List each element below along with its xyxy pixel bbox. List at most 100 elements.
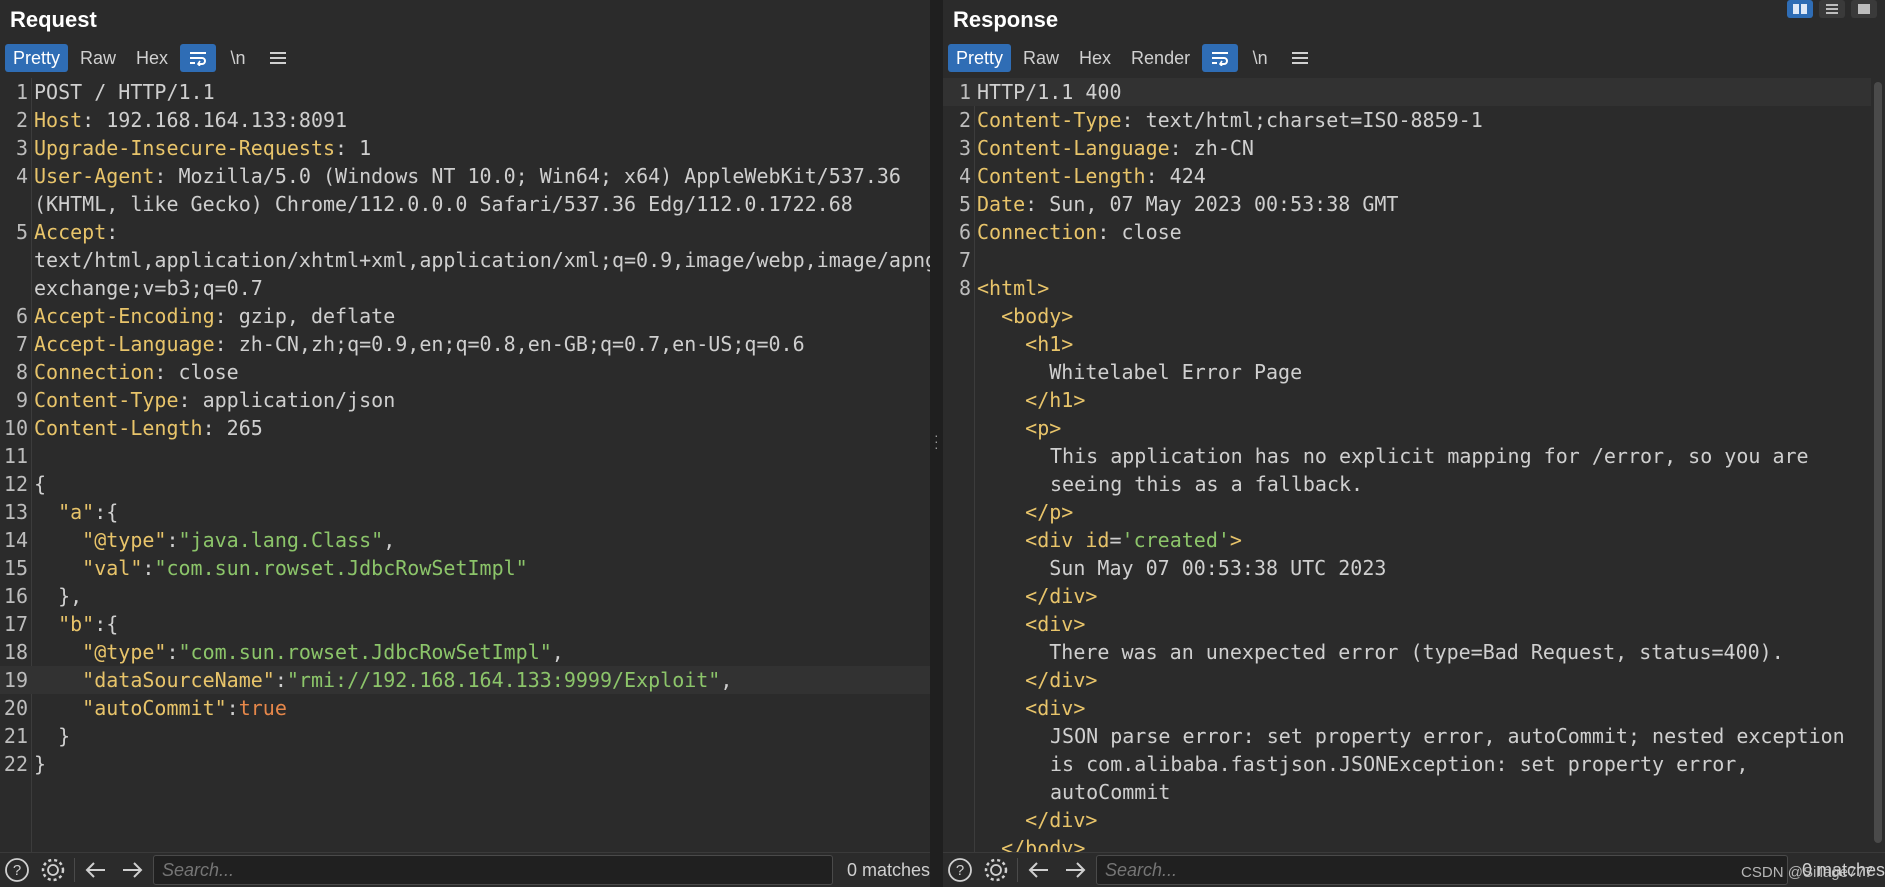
- arrow-left-icon[interactable]: [81, 855, 111, 885]
- request-tab-hex[interactable]: Hex: [128, 44, 176, 72]
- request-code-line: 8 Connection: close: [0, 358, 930, 386]
- line-text: "autoCommit":true: [82, 696, 287, 720]
- response-code-line: <h1>: [943, 330, 1871, 358]
- response-tab-pretty[interactable]: Pretty: [948, 44, 1012, 72]
- request-code-line: 13 "a":{: [0, 498, 930, 526]
- line-number: 19: [3, 668, 28, 692]
- request-code-line: 21 }: [0, 722, 930, 750]
- response-code-line: <div>: [943, 610, 1871, 638]
- response-code: 1 HTTP/1.1 400 2 Content-Type: text/html;ch…: [943, 78, 1871, 853]
- line-text: <body>: [1001, 304, 1074, 328]
- request-editor[interactable]: 1 POST / HTTP/1.1 2 Host: 192.168.164.133:8…: [0, 78, 930, 853]
- request-code-line: 10 Content-Length: 265: [0, 414, 930, 442]
- line-text: Content-Length: 424: [977, 164, 1206, 188]
- line-number: 2: [958, 108, 971, 132]
- line-text: <p>: [1025, 416, 1062, 440]
- line-number: 21: [3, 724, 28, 748]
- line-number: 10: [3, 416, 28, 440]
- footer-separator: [1017, 858, 1018, 882]
- response-code-line: 3 Content-Language: zh-CN: [943, 134, 1871, 162]
- line-text: POST / HTTP/1.1: [34, 80, 215, 104]
- line-text: <div id='created'>: [1025, 528, 1242, 552]
- help-icon[interactable]: ?: [2, 855, 32, 885]
- line-number: 4: [15, 164, 28, 188]
- line-text: <div>: [1025, 696, 1086, 720]
- arrow-left-icon[interactable]: [1024, 855, 1054, 885]
- line-number: 7: [15, 332, 28, 356]
- line-text: Content-Type: text/html;charset=ISO-8859…: [977, 108, 1483, 132]
- pane-splitter[interactable]: · · ·: [930, 0, 943, 887]
- arrow-right-icon[interactable]: [1060, 855, 1090, 885]
- response-toolbar: Pretty Raw Hex Render \n: [943, 40, 1885, 76]
- side-by-side-layout-icon[interactable]: [1787, 0, 1813, 18]
- line-text: Whitelabel Error Page: [977, 360, 1303, 384]
- response-tab-render[interactable]: Render: [1123, 44, 1198, 72]
- svg-text:?: ?: [956, 862, 964, 879]
- response-code-line: <body>: [943, 302, 1871, 330]
- line-number: 17: [3, 612, 28, 636]
- settings-gear-icon[interactable]: [981, 855, 1011, 885]
- scrollbar-thumb[interactable]: [1874, 82, 1882, 843]
- response-search-input[interactable]: [1096, 855, 1788, 885]
- response-tab-hex[interactable]: Hex: [1071, 44, 1119, 72]
- wrap-lines-icon[interactable]: [180, 44, 217, 72]
- request-code-line: 7 Accept-Language: zh-CN,zh;q=0.9,en;q=0.…: [0, 330, 930, 358]
- response-code-line: 4 Content-Length: 424: [943, 162, 1871, 190]
- stacked-layout-icon[interactable]: [1819, 0, 1845, 18]
- line-number: 8: [958, 276, 971, 300]
- response-scrollbar[interactable]: [1871, 78, 1885, 853]
- line-number: 13: [3, 500, 28, 524]
- line-number: 5: [958, 192, 971, 216]
- single-layout-icon[interactable]: [1851, 0, 1877, 18]
- line-number: 4: [958, 164, 971, 188]
- line-number: 1: [958, 80, 971, 104]
- response-code-line: </p>: [943, 498, 1871, 526]
- line-number: 2: [15, 108, 28, 132]
- request-title: Request: [10, 7, 97, 32]
- line-text: Accept: text/html,application/xhtml+xml,…: [34, 220, 930, 300]
- request-search-input[interactable]: [153, 855, 833, 885]
- line-text: }: [34, 724, 71, 748]
- line-text: "@type":"java.lang.Class",: [82, 528, 396, 552]
- request-code-line: 20 "autoCommit":true: [0, 694, 930, 722]
- line-number: 8: [15, 360, 28, 384]
- response-tab-raw[interactable]: Raw: [1015, 44, 1067, 72]
- response-code-line: </div>: [943, 666, 1871, 694]
- layout-toggle-group: [1787, 0, 1877, 18]
- response-code-line: </div>: [943, 806, 1871, 834]
- show-newlines-icon[interactable]: \n: [1242, 44, 1278, 72]
- response-code-line: <p>: [943, 414, 1871, 442]
- response-code-line: Whitelabel Error Page: [943, 358, 1871, 386]
- response-code-line: 5 Date: Sun, 07 May 2023 00:53:38 GMT: [943, 190, 1871, 218]
- line-text: Upgrade-Insecure-Requests: 1: [34, 136, 372, 160]
- request-code: 1 POST / HTTP/1.1 2 Host: 192.168.164.133:8…: [0, 78, 930, 778]
- watermark: CSDN @Sillage777: [1741, 864, 1873, 881]
- arrow-right-icon[interactable]: [117, 855, 147, 885]
- response-editor[interactable]: 1 HTTP/1.1 400 2 Content-Type: text/html;ch…: [943, 78, 1871, 853]
- line-text: <html>: [977, 276, 1050, 300]
- line-text: "val":"com.sun.rowset.JdbcRowSetImpl": [82, 556, 528, 580]
- wrap-lines-icon[interactable]: [1202, 44, 1239, 72]
- line-text: There was an unexpected error (type=Bad …: [977, 640, 1784, 664]
- line-number: 3: [958, 136, 971, 160]
- show-newlines-icon[interactable]: \n: [220, 44, 256, 72]
- line-number: 14: [3, 528, 28, 552]
- menu-icon[interactable]: [1282, 44, 1318, 72]
- request-tab-raw[interactable]: Raw: [72, 44, 124, 72]
- line-number: 11: [3, 444, 28, 468]
- line-text: {: [34, 472, 47, 496]
- help-icon[interactable]: ?: [945, 855, 975, 885]
- drag-handle-icon[interactable]: · · ·: [934, 428, 939, 454]
- response-code-line: <div id='created'>: [943, 526, 1871, 554]
- menu-icon[interactable]: [260, 44, 296, 72]
- settings-gear-icon[interactable]: [38, 855, 68, 885]
- request-code-line: 1 POST / HTTP/1.1: [0, 78, 930, 106]
- svg-text:?: ?: [13, 862, 21, 879]
- request-footer: ? 0 matches: [0, 852, 930, 887]
- line-text: Sun May 07 00:53:38 UTC 2023: [977, 556, 1387, 580]
- response-code-line: This application has no explicit mapping…: [943, 442, 1871, 498]
- line-text: This application has no explicit mapping…: [1050, 444, 1821, 496]
- line-text: </div>: [1025, 668, 1098, 692]
- response-code-line: </div>: [943, 582, 1871, 610]
- request-tab-pretty[interactable]: Pretty: [5, 44, 69, 72]
